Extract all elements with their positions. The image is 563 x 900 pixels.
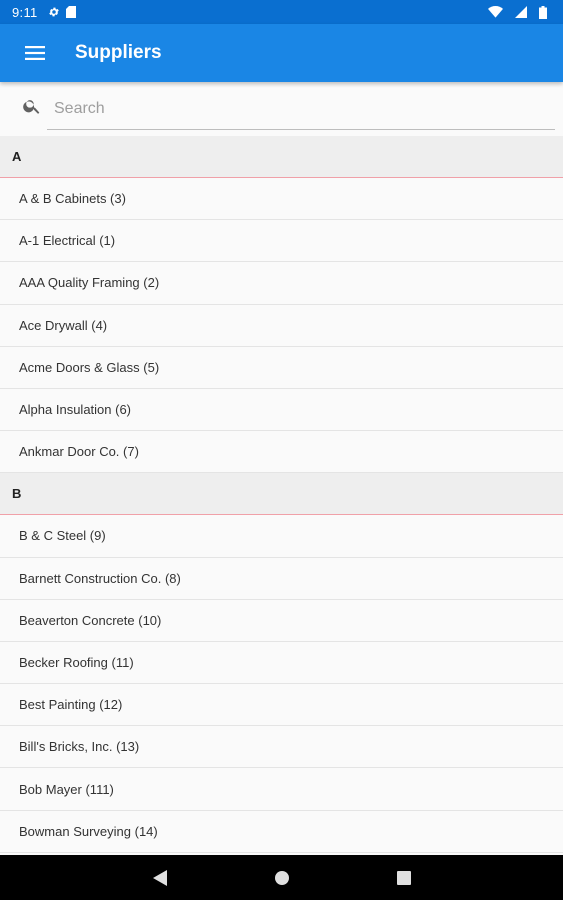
supplier-list-item[interactable]: A-1 Electrical (1) (0, 220, 563, 263)
home-button[interactable] (267, 863, 297, 893)
battery-icon (539, 5, 547, 19)
supplier-list-item[interactable]: Alpha Insulation (6) (0, 388, 563, 432)
recents-button[interactable] (389, 863, 419, 893)
supplier-list-item[interactable]: Best Painting (12) (0, 684, 563, 727)
supplier-list-item[interactable]: A & B Cabinets (3) (0, 178, 563, 221)
menu-button[interactable] (0, 24, 70, 82)
recents-square-icon (396, 870, 411, 885)
supplier-list-item[interactable]: Bowman Surveying (14) (0, 810, 563, 853)
wifi-icon (488, 6, 503, 18)
search-icon (23, 100, 40, 114)
supplier-list[interactable]: AA & B Cabinets (3) A-1 Electrical (1) AAA… (0, 136, 563, 855)
signal-icon (515, 6, 527, 18)
supplier-list-item[interactable]: Ankmar Door Co. (7) (0, 431, 563, 474)
hamburger-menu-icon (25, 46, 45, 60)
supplier-list-item[interactable]: Acme Doors & Glass (5) (0, 346, 563, 389)
navigation-bar (0, 855, 563, 900)
supplier-list-item[interactable]: Bill's Bricks, Inc. (13) (0, 726, 563, 769)
back-button[interactable] (145, 863, 175, 893)
home-circle-icon (274, 870, 289, 885)
status-bar: 9:11 (0, 0, 563, 24)
supplier-list-item[interactable]: Beaverton Concrete (10) (0, 599, 563, 642)
supplier-list-item[interactable]: Bob Mayer (111) (0, 768, 563, 811)
supplier-list-item[interactable]: Becker Roofing (11) (0, 641, 563, 685)
status-time: 9:11 (12, 4, 38, 20)
search-bar (0, 82, 563, 136)
app-bar: Suppliers (0, 24, 563, 82)
supplier-list-item[interactable]: AAA Quality Framing (2) (0, 262, 563, 305)
section-header: B (0, 473, 563, 516)
supplier-list-item[interactable]: Barnett Construction Co. (8) (0, 557, 563, 600)
supplier-list-item[interactable]: B & C Steel (9) (0, 515, 563, 558)
supplier-list-item[interactable]: Ace Drywall (4) (0, 304, 563, 347)
section-header: A (0, 136, 563, 178)
sd-card-icon (65, 6, 76, 18)
back-triangle-icon (152, 869, 167, 886)
page-title: Suppliers (75, 42, 162, 63)
settings-gear-icon (48, 6, 60, 18)
search-input[interactable] (47, 88, 555, 130)
